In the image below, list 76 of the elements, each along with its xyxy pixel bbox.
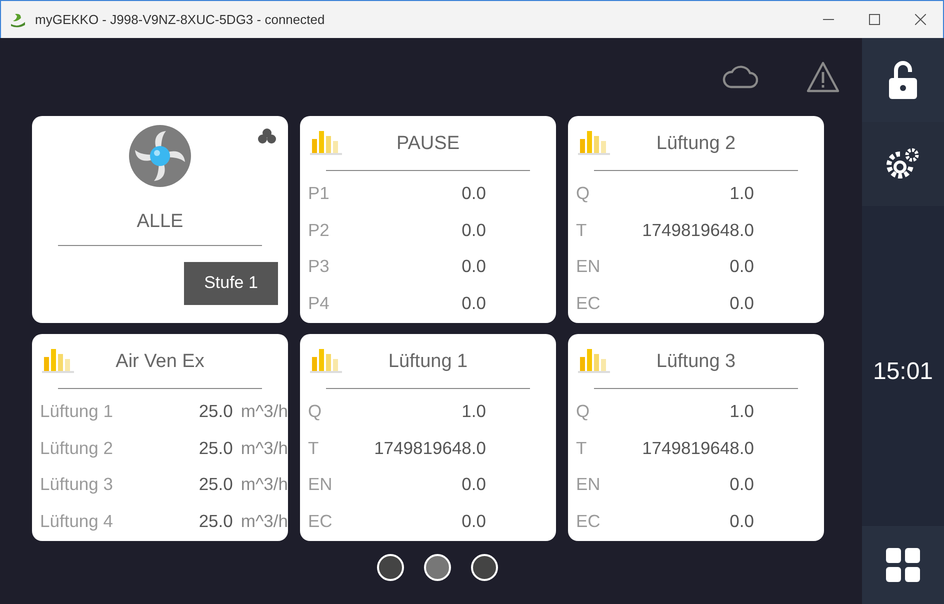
group-icon[interactable] (258, 128, 276, 144)
page-dot[interactable] (376, 554, 404, 581)
tile-title: Lüftung 2 (656, 132, 736, 156)
settings-button[interactable] (862, 122, 944, 206)
row-value: 0.0 (462, 218, 486, 242)
row-label: Lüftung 3 (40, 473, 113, 496)
row-label: EN (576, 473, 600, 496)
tile-title: PAUSE (396, 132, 460, 156)
row-label: Lüftung 1 (40, 400, 113, 424)
row-value: 25.0 (198, 400, 233, 424)
gears-icon (886, 148, 920, 180)
row-unit: m^3/h (240, 436, 288, 460)
unlock-button[interactable] (862, 38, 944, 122)
warning-icon[interactable] (806, 61, 840, 93)
row-label: EC (576, 292, 600, 315)
tile-title: Lüftung 1 (388, 350, 468, 374)
tile-card[interactable]: Lüftung 3 Q 1.0 T 1749819648.0 EN 0.0 EC 0.0 (568, 334, 824, 541)
row-label: Lüftung 2 (40, 436, 113, 460)
row-unit: m^3/h (240, 510, 288, 533)
tile-card[interactable]: PAUSE P1 0.0 P2 0.0 P3 0.0 P4 0.0 (300, 116, 556, 323)
grid-icon (886, 548, 920, 582)
row-value: 25.0 (198, 510, 233, 533)
row-value: 0.0 (462, 255, 486, 278)
row-label: P2 (308, 218, 330, 242)
row-value: 0.0 (462, 292, 486, 315)
maximize-icon (868, 14, 880, 25)
row-value: 0.0 (730, 292, 754, 315)
unlock-icon (888, 60, 918, 100)
row-value: 0.0 (730, 255, 754, 278)
row-value: 0.0 (730, 510, 754, 533)
row-label: Lüftung 4 (40, 510, 113, 533)
page-dot[interactable] (424, 554, 450, 581)
row-value: 25.0 (198, 473, 233, 496)
row-label: P1 (308, 182, 330, 206)
row-unit: m^3/h (240, 400, 288, 424)
cloud-icon[interactable] (722, 65, 758, 89)
close-icon (914, 14, 926, 25)
apps-button[interactable] (862, 526, 944, 604)
tile-title: ALLE (136, 210, 184, 234)
row-label: T (308, 436, 319, 460)
row-label: EN (576, 255, 600, 278)
row-value: 1.0 (730, 400, 754, 424)
tile-card[interactable]: Lüftung 1 Q 1.0 T 1749819648.0 EN 0.0 EC 0.0 (300, 334, 556, 541)
tile-title: Air Ven Ex (116, 350, 204, 374)
tile-title: Lüftung 3 (656, 350, 736, 374)
row-label: T (576, 218, 587, 242)
row-label: P4 (308, 292, 330, 315)
row-value: 1749819648.0 (642, 218, 754, 242)
row-value: 1749819648.0 (642, 436, 754, 460)
row-label: Q (576, 182, 590, 206)
row-value: 1749819648.0 (374, 436, 486, 460)
app-logo-icon (9, 12, 27, 28)
fan-icon (128, 124, 192, 188)
tile-card[interactable]: Lüftung 2 Q 1.0 T 1749819648.0 EN 0.0 EC 0.0 (568, 116, 824, 323)
window-title: myGEKKO - J998-V9NZ-8XUC-5DG3 - connected (35, 10, 326, 29)
row-label: T (576, 436, 587, 460)
row-value: 0.0 (462, 473, 486, 496)
row-label: Q (308, 400, 322, 424)
row-value: 1.0 (730, 182, 754, 206)
row-value: 0.0 (730, 473, 754, 496)
tile-card[interactable]: Air Ven Ex Lüftung 1 25.0 m^3/h Lüftung 2 25.0 m^3/h Lüftung 3 25.0 m^3/h Lüftung 4 25.0 m^3/h (32, 334, 288, 541)
row-value: 25.0 (198, 436, 233, 460)
level-button[interactable]: Stufe 1 (184, 262, 278, 304)
row-label: Q (576, 400, 590, 424)
row-unit: m^3/h (240, 473, 288, 496)
row-value: 1.0 (462, 400, 486, 424)
row-label: EC (308, 510, 332, 533)
minimize-icon (822, 18, 834, 20)
tile-card[interactable]: ALLE Stufe 1 (32, 116, 288, 323)
row-label: P3 (308, 255, 330, 278)
clock-time: 15:01 (872, 357, 934, 387)
row-value: 0.0 (462, 510, 486, 533)
page-dot[interactable] (470, 554, 498, 581)
row-label: EN (308, 473, 332, 496)
row-value: 0.0 (462, 182, 486, 206)
row-label: EC (576, 510, 600, 533)
